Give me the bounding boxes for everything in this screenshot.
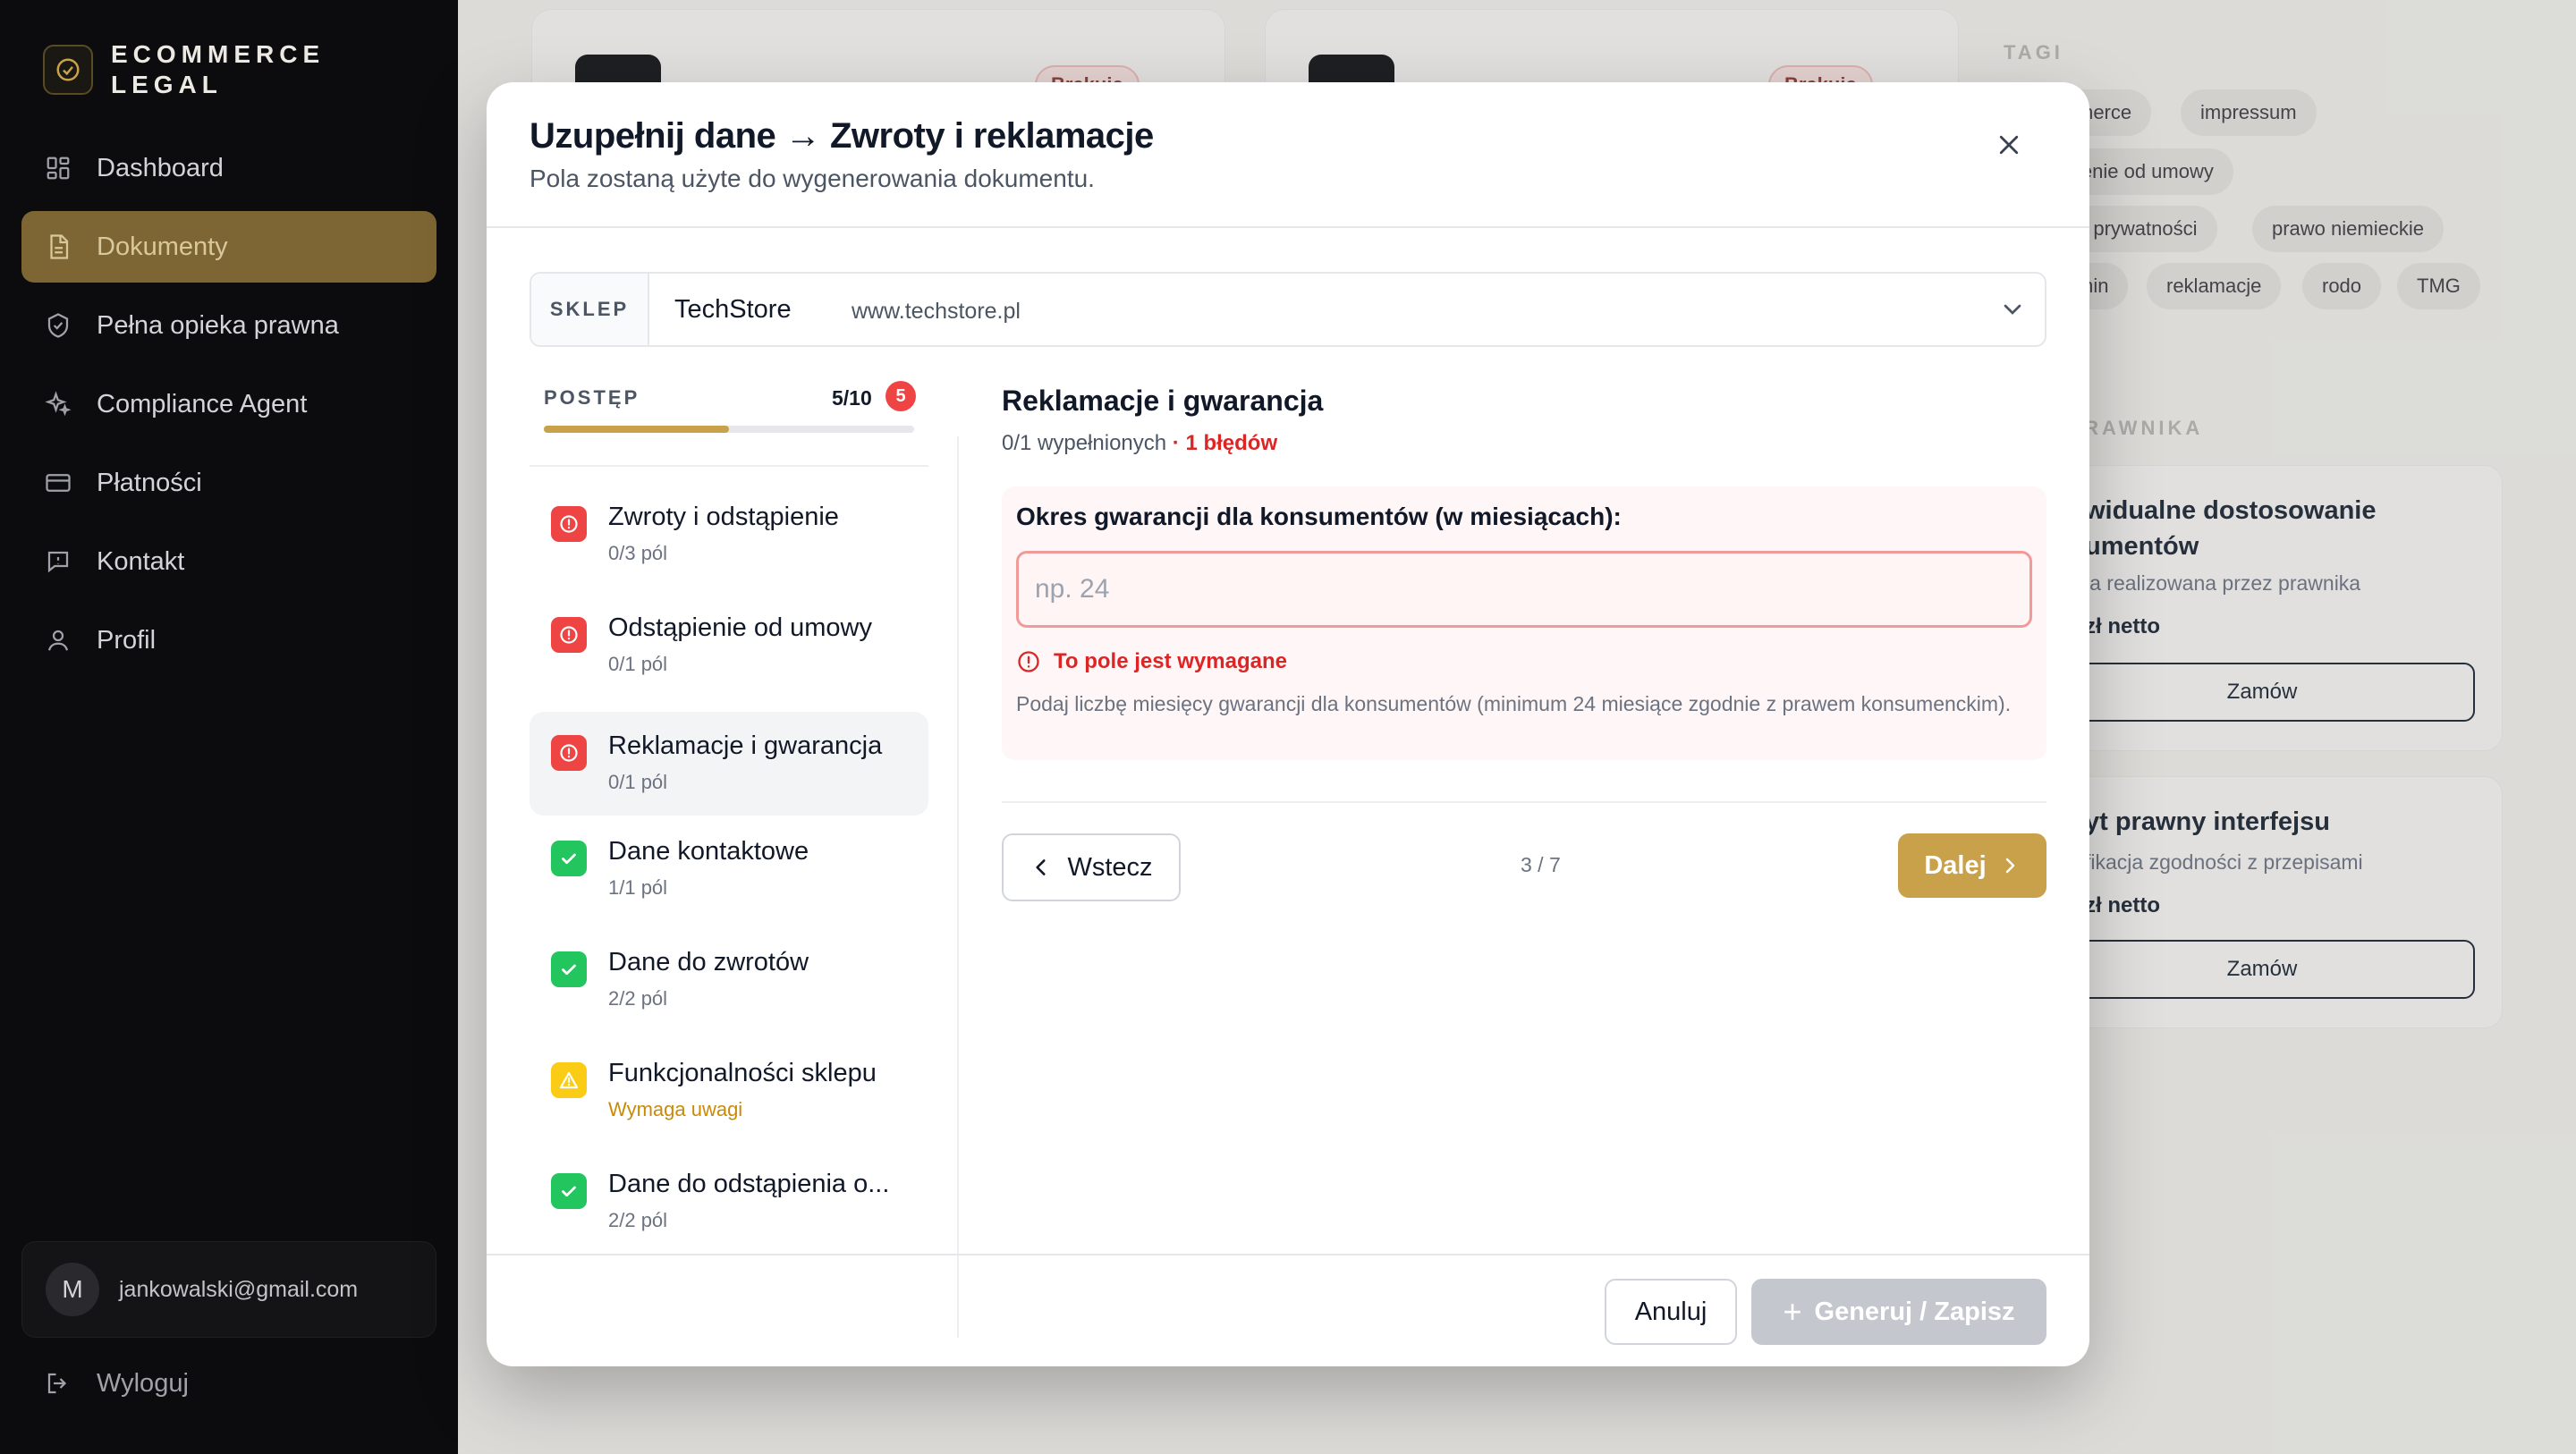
check-icon bbox=[551, 1173, 587, 1209]
sidebar-item-label: Pełna opieka prawna bbox=[97, 310, 339, 340]
section-meta: 0/1 wypełnionych · 1 błędów bbox=[1002, 431, 1277, 456]
progress-bar-fill bbox=[544, 426, 729, 433]
check-icon bbox=[551, 841, 587, 876]
store-url: www.techstore.pl bbox=[852, 299, 1021, 324]
error-icon bbox=[551, 617, 587, 653]
store-name: TechStore bbox=[674, 295, 792, 324]
sidebar-nav: Dashboard Dokumenty Pełna opieka prawna … bbox=[21, 132, 436, 683]
logout-label: Wyloguj bbox=[97, 1368, 189, 1398]
sparkles-icon bbox=[43, 389, 73, 419]
divider bbox=[1002, 801, 2046, 803]
store-label: SKLEP bbox=[531, 274, 649, 345]
step-title: Reklamacje i gwarancja bbox=[608, 731, 883, 760]
sidebar-item-label: Profil bbox=[97, 625, 157, 655]
step-odstapienie-od-umowy[interactable]: Odstąpienie od umowy 0/1 pól bbox=[530, 594, 928, 697]
sidebar: ECOMMERCE LEGAL Dashboard Dokumenty Pełn… bbox=[0, 0, 458, 1454]
divider bbox=[957, 436, 959, 1338]
brand-name: ECOMMERCE LEGAL bbox=[111, 40, 326, 98]
step-reklamacje-i-gwarancja[interactable]: Reklamacje i gwarancja 0/1 pól bbox=[530, 712, 928, 816]
error-icon bbox=[551, 735, 587, 771]
sidebar-item-opieka-prawna[interactable]: Pełna opieka prawna bbox=[21, 290, 436, 361]
back-button[interactable]: Wstecz bbox=[1002, 833, 1181, 901]
progress-count: 5/10 bbox=[832, 386, 872, 410]
sidebar-item-label: Płatności bbox=[97, 468, 202, 497]
step-funkcjonalnosci-sklepu[interactable]: Funkcjonalności sklepu Wymaga uwagi bbox=[530, 1039, 928, 1143]
filled-count: 0/1 wypełnionych bbox=[1002, 431, 1167, 455]
document-icon bbox=[43, 232, 73, 262]
error-count-badge: 5 bbox=[886, 381, 916, 411]
step-title: Funkcjonalności sklepu bbox=[608, 1059, 877, 1087]
brand[interactable]: ECOMMERCE LEGAL bbox=[43, 39, 325, 100]
chat-icon bbox=[43, 546, 73, 577]
brand-logo-icon bbox=[43, 45, 93, 95]
modal-title: Uzupełnij dane → Zwroty i reklamacje bbox=[530, 116, 1154, 156]
avatar: M bbox=[46, 1263, 99, 1316]
sidebar-item-dokumenty[interactable]: Dokumenty bbox=[21, 211, 436, 283]
chevron-down-icon bbox=[1998, 295, 2027, 324]
step-title: Odstąpienie od umowy bbox=[608, 613, 872, 642]
field-label: Okres gwarancji dla konsumentów (w miesi… bbox=[1016, 503, 1622, 530]
store-select[interactable]: SKLEP TechStore www.techstore.pl bbox=[530, 272, 2046, 347]
check-icon bbox=[551, 951, 587, 987]
divider bbox=[530, 465, 928, 467]
sidebar-item-label: Compliance Agent bbox=[97, 389, 308, 418]
warranty-months-input[interactable] bbox=[1016, 551, 2032, 628]
next-button[interactable]: Dalej bbox=[1898, 833, 2046, 898]
plus-icon: + bbox=[1783, 1293, 1802, 1330]
error-icon bbox=[551, 506, 587, 542]
step-subtitle: 2/2 pól bbox=[608, 1209, 668, 1231]
grid-icon bbox=[43, 153, 73, 183]
step-subtitle: 0/1 pól bbox=[608, 653, 668, 675]
page-indicator: 3 / 7 bbox=[1521, 853, 1561, 876]
cancel-button[interactable]: Anuluj bbox=[1605, 1279, 1737, 1345]
step-title: Dane do odstąpienia o... bbox=[608, 1170, 890, 1198]
step-subtitle: 0/3 pól bbox=[608, 542, 668, 564]
chevron-left-icon bbox=[1036, 859, 1046, 875]
sidebar-item-label: Dokumenty bbox=[97, 232, 228, 261]
sidebar-item-profil[interactable]: Profil bbox=[21, 604, 436, 676]
sidebar-item-platnosci[interactable]: Płatności bbox=[21, 447, 436, 519]
step-title: Dane kontaktowe bbox=[608, 837, 809, 866]
section-title: Reklamacje i gwarancja bbox=[1002, 385, 1324, 417]
field-error: To pole jest wymagane bbox=[1016, 649, 1287, 674]
step-title: Dane do zwrotów bbox=[608, 948, 809, 976]
sidebar-item-compliance-agent[interactable]: Compliance Agent bbox=[21, 368, 436, 440]
progress-label: POSTĘP bbox=[544, 386, 640, 409]
modal-subtitle: Pola zostaną użyte do wygenerowania doku… bbox=[530, 165, 1095, 192]
sidebar-item-kontakt[interactable]: Kontakt bbox=[21, 526, 436, 597]
chevron-right-icon bbox=[2005, 858, 2014, 874]
step-zwroty-i-odstapienie[interactable]: Zwroty i odstąpienie 0/3 pól bbox=[530, 483, 928, 587]
sidebar-item-label: Dashboard bbox=[97, 153, 224, 182]
close-icon bbox=[1999, 135, 2019, 155]
generate-save-button[interactable]: + Generuj / Zapisz bbox=[1751, 1279, 2046, 1345]
progress-bar bbox=[544, 426, 914, 433]
logout-icon bbox=[43, 1368, 73, 1399]
fill-data-modal: Uzupełnij dane → Zwroty i reklamacje Pol… bbox=[487, 82, 2089, 1366]
step-dane-kontaktowe[interactable]: Dane kontaktowe 1/1 pól bbox=[530, 817, 928, 921]
step-subtitle: 2/2 pól bbox=[608, 987, 668, 1010]
sidebar-item-dashboard[interactable]: Dashboard bbox=[21, 132, 436, 204]
step-dane-do-odstapienia[interactable]: Dane do odstąpienia o... 2/2 pól bbox=[530, 1150, 928, 1254]
user-email: jankowalski@gmail.com bbox=[119, 1276, 359, 1302]
warranty-field-group: Okres gwarancji dla konsumentów (w miesi… bbox=[1002, 486, 2046, 760]
divider bbox=[487, 226, 2089, 228]
shield-icon bbox=[43, 310, 73, 341]
step-dane-do-zwrotow[interactable]: Dane do zwrotów 2/2 pól bbox=[530, 928, 928, 1032]
divider bbox=[487, 1254, 2089, 1255]
logout-button[interactable]: Wyloguj bbox=[43, 1368, 189, 1399]
error-count: · 1 błędów bbox=[1172, 431, 1278, 455]
credit-card-icon bbox=[43, 468, 73, 498]
step-subtitle: 1/1 pól bbox=[608, 876, 668, 899]
close-button[interactable] bbox=[1989, 125, 2029, 165]
alert-circle-icon bbox=[1018, 651, 1039, 672]
user-card[interactable]: M jankowalski@gmail.com bbox=[21, 1241, 436, 1338]
step-title: Zwroty i odstąpienie bbox=[608, 503, 839, 531]
warning-icon bbox=[551, 1062, 587, 1098]
sidebar-item-label: Kontakt bbox=[97, 546, 185, 576]
step-subtitle: Wymaga uwagi bbox=[608, 1098, 743, 1120]
user-icon bbox=[43, 625, 73, 655]
field-help-text: Podaj liczbę miesięcy gwarancji dla kons… bbox=[1016, 692, 2012, 715]
step-subtitle: 0/1 pól bbox=[608, 771, 668, 793]
